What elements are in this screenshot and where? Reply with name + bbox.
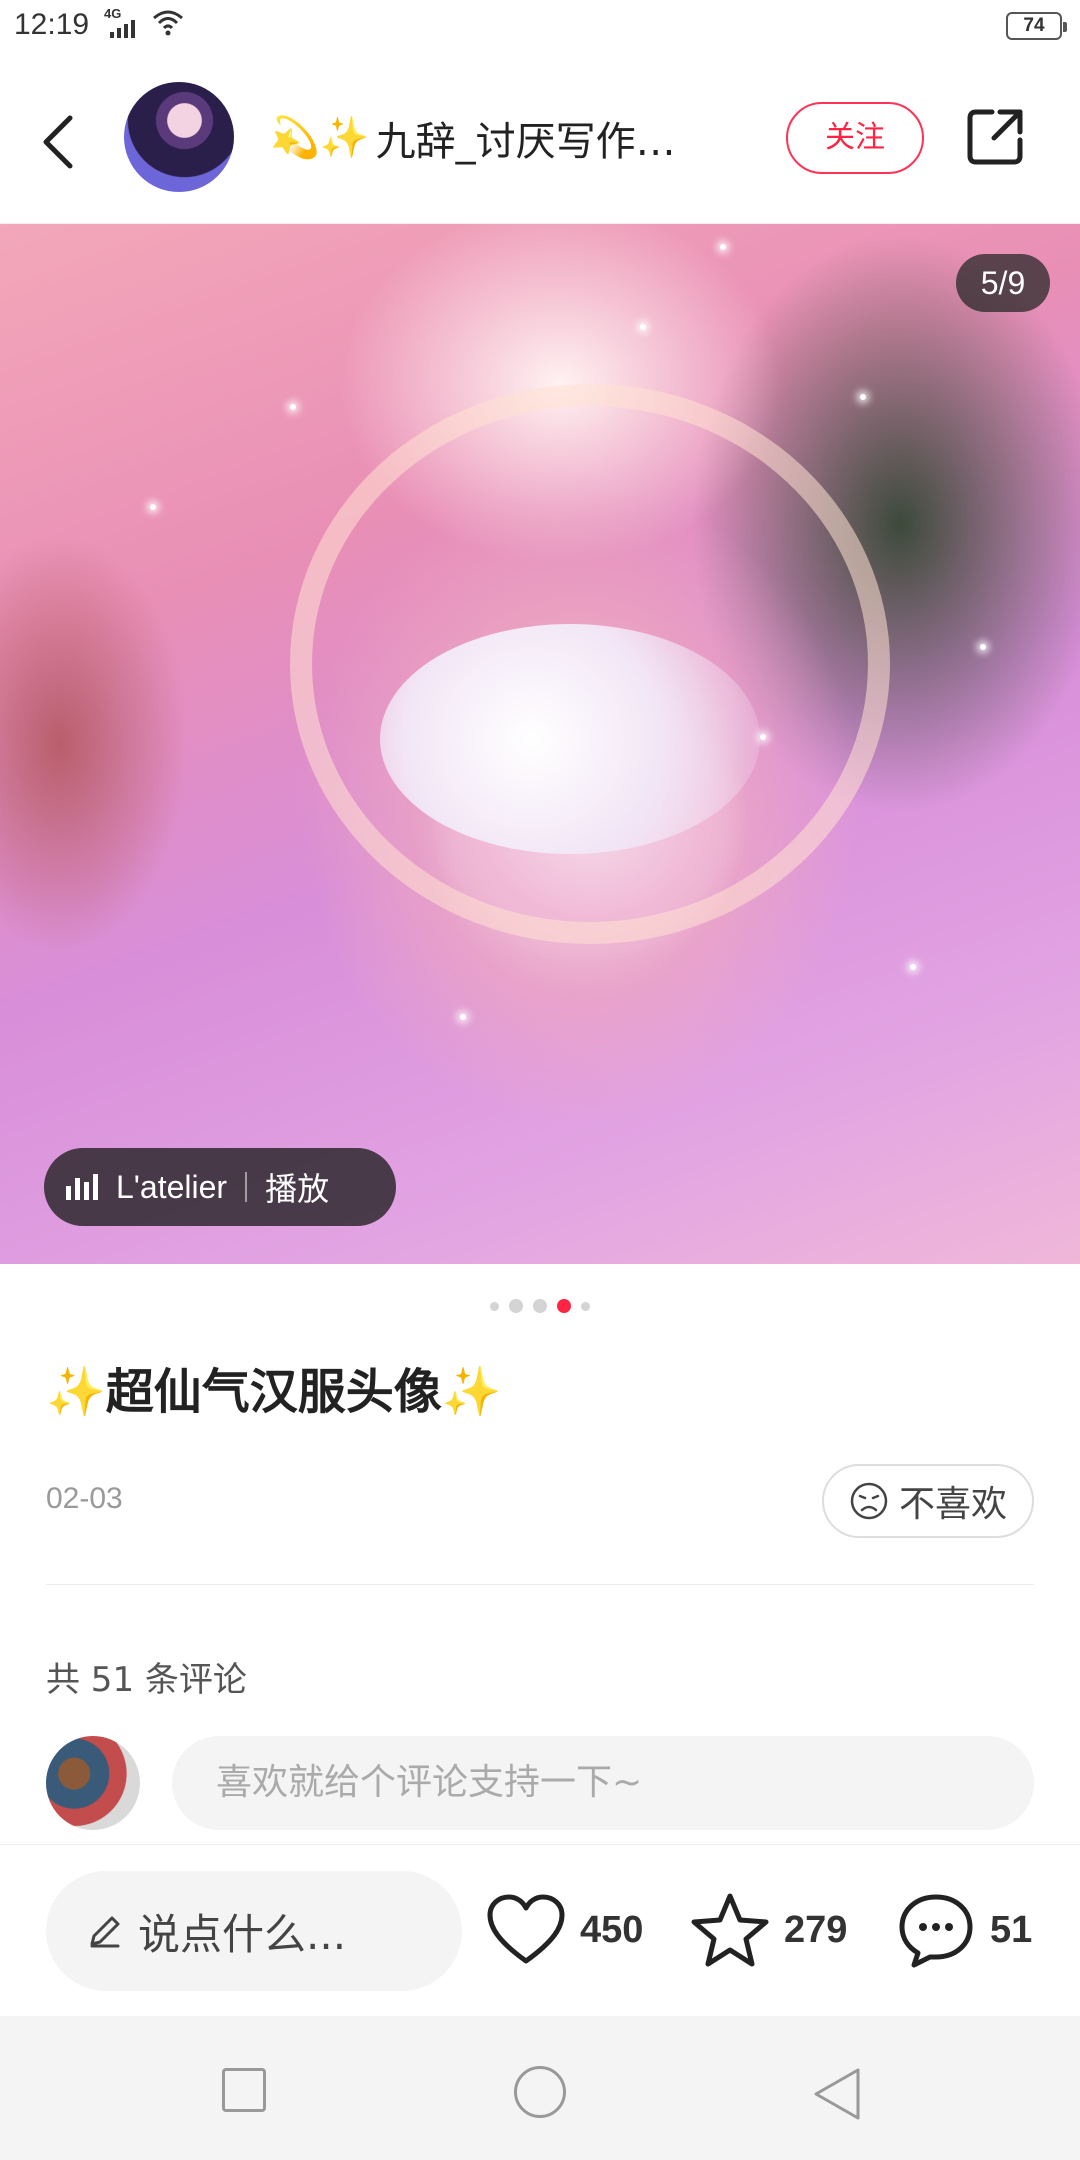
back-icon — [43, 115, 73, 169]
page-dot — [490, 1301, 499, 1311]
post-date: 02-03 — [46, 1482, 123, 1515]
comment-input[interactable]: 喜欢就给个评论支持一下~ — [172, 1736, 1034, 1830]
like-count: 450 — [580, 1908, 644, 1951]
back-button[interactable] — [30, 104, 94, 176]
page-dot — [533, 1299, 547, 1313]
author-info[interactable]: 💫✨ 九辞_讨厌写作… — [270, 108, 720, 168]
network-type: 4G — [104, 6, 122, 21]
star-icon — [691, 1893, 769, 1967]
pencil-icon — [90, 1916, 120, 1948]
content-divider — [46, 1584, 1034, 1585]
battery-icon: 74 — [1006, 12, 1067, 40]
like-button[interactable]: 450 — [486, 1885, 643, 1975]
bottom-action-bar: 说点什么... 450 279 51 — [0, 1844, 1080, 2016]
music-player[interactable]: L'atelier 播放 — [44, 1148, 396, 1226]
recent-apps-button[interactable] — [222, 2068, 266, 2112]
carousel-pagination — [0, 1298, 1080, 1314]
follow-button[interactable]: 关注 — [786, 102, 924, 174]
comment-count: 共 51 条评论 — [46, 1660, 247, 1700]
post-image[interactable]: 5/9 L'atelier 播放 — [0, 224, 1080, 1264]
comment-button[interactable]: 51 — [896, 1885, 1032, 1975]
cellular-signal-icon: 4G — [104, 6, 144, 42]
page-dot — [581, 1301, 590, 1311]
flower-decoration — [380, 624, 760, 854]
music-divider — [245, 1172, 248, 1202]
author-emoji: 💫✨ — [270, 115, 370, 161]
say-something-input[interactable]: 说点什么... — [46, 1871, 462, 1991]
frown-face-icon — [850, 1482, 888, 1520]
system-nav-bar — [0, 2016, 1080, 2160]
page-dot — [509, 1299, 523, 1313]
post-header: 💫✨ 九辞_讨厌写作… 关注 — [0, 56, 1080, 224]
status-bar: 12:19 4G 74 — [0, 0, 1080, 56]
page-dot-active — [557, 1299, 571, 1313]
share-icon — [967, 109, 1023, 165]
music-title: L'atelier — [116, 1168, 228, 1205]
dislike-button[interactable]: 不喜欢 — [822, 1464, 1034, 1538]
heart-icon — [487, 1894, 565, 1964]
status-time: 12:19 — [14, 8, 90, 41]
chat-bubble-icon — [899, 1894, 973, 1968]
triangle-back-icon — [814, 2068, 860, 2120]
user-avatar — [46, 1736, 140, 1830]
image-counter: 5/9 — [956, 254, 1050, 312]
music-bars-icon — [66, 1174, 98, 1200]
music-play-button[interactable]: 播放 — [265, 1164, 329, 1210]
author-avatar[interactable] — [124, 82, 234, 192]
collect-button[interactable]: 279 — [690, 1885, 847, 1975]
wifi-icon — [152, 8, 184, 40]
collect-count: 279 — [784, 1908, 848, 1951]
share-button[interactable] — [964, 104, 1028, 168]
author-name: 九辞_讨厌写作… — [375, 119, 676, 165]
say-something-placeholder: 说点什么... — [138, 1909, 347, 1959]
dislike-label: 不喜欢 — [898, 1484, 1007, 1525]
system-back-button[interactable] — [810, 2066, 864, 2126]
comment-count-number: 51 — [990, 1908, 1033, 1951]
home-button[interactable] — [514, 2066, 566, 2118]
post-title: ✨超仙气汉服头像✨ — [46, 1364, 502, 1420]
